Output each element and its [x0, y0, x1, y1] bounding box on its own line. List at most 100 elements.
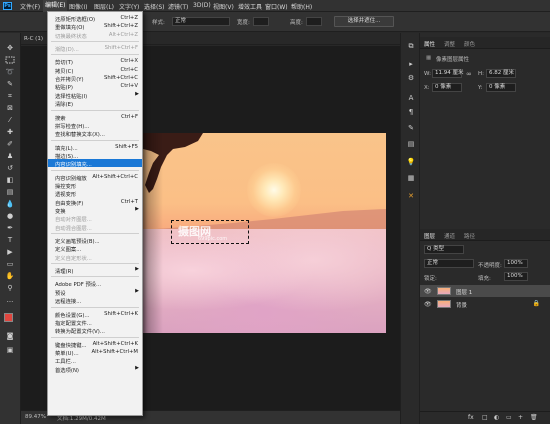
more-tools-icon[interactable]: ···: [4, 297, 16, 307]
opacity-field[interactable]: 100%: [504, 259, 528, 268]
visibility-eye-icon[interactable]: 👁: [424, 288, 432, 295]
edit-menu-item[interactable]: 工具栏...: [48, 356, 142, 365]
menu-window[interactable]: 窗口(W): [265, 2, 288, 11]
edit-menu-item[interactable]: 操控变形: [48, 181, 142, 190]
edit-menu-item[interactable]: 拼写检查(H)...: [48, 121, 142, 130]
edit-menu-item[interactable]: 内容识别缩放 Alt+Shift+Ctrl+C: [48, 173, 142, 182]
history-brush-tool-icon[interactable]: ↺: [4, 163, 16, 173]
character-icon[interactable]: A: [406, 93, 416, 103]
edit-menu-item[interactable]: 远程连接...: [48, 296, 142, 305]
edit-menu-item[interactable]: 内容识别填充...: [48, 159, 142, 168]
layer-filter-select[interactable]: Q 类型: [424, 245, 464, 254]
edit-menu-item[interactable]: 菜单(U)... Alt+Shift+Ctrl+M: [48, 348, 142, 357]
edit-menu-item[interactable]: 指定配置文件...: [48, 318, 142, 327]
menu-layer[interactable]: 图层(L): [94, 2, 114, 11]
fx-icon[interactable]: fx: [468, 414, 474, 421]
lock-icon[interactable]: 🔒: [533, 300, 540, 307]
quick-mask-icon[interactable]: ◙: [4, 331, 16, 341]
tab-paths[interactable]: 路径: [464, 232, 475, 240]
dodge-tool-icon[interactable]: ●: [4, 211, 16, 221]
edit-menu-item[interactable]: 颜色设置(G)... Shift+Ctrl+K: [48, 310, 142, 319]
tab-layers[interactable]: 图层: [424, 232, 435, 240]
paragraph-icon[interactable]: ¶: [406, 107, 416, 117]
width-field[interactable]: [253, 17, 269, 26]
lasso-tool-icon[interactable]: ➰: [4, 67, 16, 77]
blur-tool-icon[interactable]: 💧: [4, 199, 16, 209]
menu-plugins[interactable]: 增效工具: [238, 2, 262, 11]
move-tool-icon[interactable]: ✥: [4, 43, 16, 53]
type-tool-icon[interactable]: T: [4, 235, 16, 245]
actions-icon[interactable]: ▸: [406, 59, 416, 69]
brush-tool-icon[interactable]: ✐: [4, 139, 16, 149]
tab-adjustments[interactable]: 调整: [444, 40, 455, 48]
edit-menu-item[interactable]: 透视变形: [48, 189, 142, 198]
pen-tool-icon[interactable]: ✒: [4, 223, 16, 233]
eyedropper-tool-icon[interactable]: ⁄: [4, 115, 16, 125]
path-select-tool-icon[interactable]: ▶: [4, 247, 16, 257]
zoom-tool-icon[interactable]: ⚲: [4, 283, 16, 293]
new-layer-icon[interactable]: +: [518, 414, 523, 421]
fill-field[interactable]: 100%: [504, 272, 528, 281]
libraries-icon[interactable]: ▤: [406, 139, 416, 149]
w-field[interactable]: 11.94 厘米: [432, 69, 464, 78]
gradient-tool-icon[interactable]: ▤: [4, 187, 16, 197]
edit-menu-item[interactable]: 粘贴(P) Ctrl+V: [48, 82, 142, 91]
crop-tool-icon[interactable]: ⌗: [4, 91, 16, 101]
blend-mode-select[interactable]: 正常: [424, 259, 474, 268]
menu-view[interactable]: 视图(V): [213, 2, 234, 11]
edit-menu-item[interactable]: 自由变换(F) Ctrl+T: [48, 198, 142, 207]
eraser-tool-icon[interactable]: ◧: [4, 175, 16, 185]
layer-row[interactable]: 👁 背景 🔒: [420, 298, 550, 310]
style-select[interactable]: 正常: [172, 17, 230, 26]
edit-menu-item[interactable]: 清除(E): [48, 99, 142, 108]
adjust-icon[interactable]: ⚙: [406, 73, 416, 83]
menu-type[interactable]: 文字(Y): [119, 2, 139, 11]
foreground-color-swatch[interactable]: [4, 313, 13, 322]
edit-menu-item[interactable]: 选择性粘贴(I) ▶: [48, 91, 142, 100]
menu-help[interactable]: 帮助(H): [291, 2, 312, 11]
history-icon[interactable]: ⧉: [406, 41, 416, 51]
glyphs-icon[interactable]: ▦: [406, 173, 416, 183]
tools-x-icon[interactable]: ✕: [406, 191, 416, 201]
brush-settings-icon[interactable]: ✎: [406, 123, 416, 133]
edit-menu-item[interactable]: Adobe PDF 预设...: [48, 279, 142, 288]
tab-color[interactable]: 颜色: [464, 40, 475, 48]
layer-row[interactable]: 👁 图层 1: [420, 285, 550, 297]
tab-channels[interactable]: 通道: [444, 232, 455, 240]
clone-stamp-tool-icon[interactable]: ♟: [4, 151, 16, 161]
select-and-mask-button[interactable]: 选择并遮住...: [334, 16, 394, 27]
visibility-eye-icon[interactable]: 👁: [424, 301, 432, 308]
add-mask-icon[interactable]: □: [482, 414, 488, 421]
tab-properties[interactable]: 属性: [424, 40, 435, 48]
frame-tool-icon[interactable]: ⊠: [4, 103, 16, 113]
quick-select-tool-icon[interactable]: ✎: [4, 79, 16, 89]
adjustment-layer-icon[interactable]: ◐: [494, 414, 499, 421]
edit-menu-item[interactable]: 合并拷贝(Y) Shift+Ctrl+C: [48, 74, 142, 83]
x-field[interactable]: 0 像素: [432, 83, 462, 92]
edit-menu-item[interactable]: 还原矩形选框(O) Ctrl+Z: [48, 14, 142, 23]
menu-image[interactable]: 图像(I): [69, 2, 87, 11]
healing-brush-tool-icon[interactable]: ✚: [4, 127, 16, 137]
edit-menu-item[interactable]: 查找和替换文本(X)...: [48, 129, 142, 138]
h-field[interactable]: 6.82 厘米: [486, 69, 516, 78]
edit-menu-item[interactable]: 填充(L)... Shift+F5: [48, 143, 142, 152]
menu-select[interactable]: 选择(S): [144, 2, 165, 11]
edit-menu-item[interactable]: 清理(R) ▶: [48, 266, 142, 275]
edit-menu-item[interactable]: 重做填充(O) Shift+Ctrl+Z: [48, 22, 142, 31]
group-icon[interactable]: ▭: [506, 414, 512, 421]
y-field[interactable]: 0 像素: [486, 83, 516, 92]
edit-menu-item[interactable]: 描边(S)...: [48, 151, 142, 160]
edit-menu-item[interactable]: 键盘快捷键... Alt+Shift+Ctrl+K: [48, 340, 142, 349]
height-field[interactable]: [306, 17, 322, 26]
hand-tool-icon[interactable]: ✋: [4, 271, 16, 281]
edit-menu-item[interactable]: 转换为配置文件(V)...: [48, 326, 142, 335]
delete-layer-icon[interactable]: 🗑: [530, 414, 538, 421]
lightbulb-icon[interactable]: 💡: [406, 157, 416, 167]
edit-menu-item[interactable]: 首选项(N) ▶: [48, 365, 142, 374]
marquee-tool-icon[interactable]: [4, 55, 16, 65]
edit-menu-item[interactable]: 拷贝(C) Ctrl+C: [48, 66, 142, 75]
screen-mode-icon[interactable]: ▣: [4, 345, 16, 355]
link-icon[interactable]: ∞: [466, 70, 472, 78]
edit-menu-item[interactable]: 剪切(T) Ctrl+X: [48, 57, 142, 66]
edit-menu-item[interactable]: 预设 ▶: [48, 288, 142, 297]
